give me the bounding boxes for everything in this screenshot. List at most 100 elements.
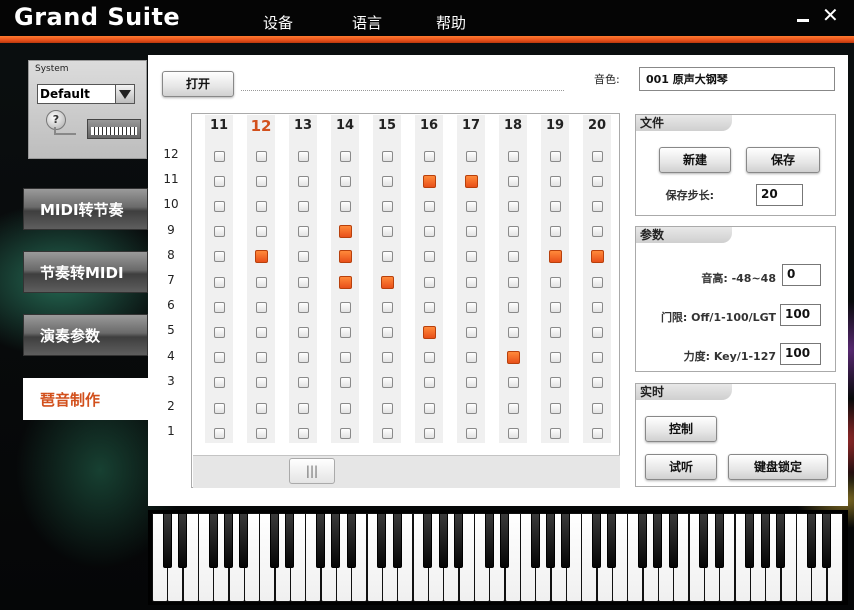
- grid-cell[interactable]: [465, 276, 477, 288]
- piano-black-key[interactable]: [561, 513, 571, 568]
- grid-cell[interactable]: [507, 301, 519, 313]
- keyboard-device-icon[interactable]: [87, 119, 141, 139]
- grid-cell[interactable]: [297, 175, 309, 187]
- grid-cell[interactable]: [465, 352, 477, 364]
- grid-cell[interactable]: [423, 402, 435, 414]
- grid-cell[interactable]: [549, 377, 561, 389]
- piano-black-key[interactable]: [392, 513, 402, 568]
- scroll-thumb[interactable]: |||: [289, 458, 335, 484]
- piano-black-key[interactable]: [346, 513, 356, 568]
- piano-black-key[interactable]: [208, 513, 218, 568]
- grid-cell[interactable]: [339, 402, 351, 414]
- grid-cell[interactable]: [591, 352, 603, 364]
- grid-cell[interactable]: [591, 226, 603, 238]
- grid-cell[interactable]: [507, 326, 519, 338]
- grid-cell-active[interactable]: [422, 325, 436, 339]
- grid-cell[interactable]: [297, 427, 309, 439]
- grid-cell[interactable]: [339, 200, 351, 212]
- grid-cell[interactable]: [297, 326, 309, 338]
- grid-cell[interactable]: [297, 251, 309, 263]
- grid-cell[interactable]: [507, 427, 519, 439]
- grid-cell[interactable]: [423, 200, 435, 212]
- save-step-field[interactable]: 20: [756, 184, 803, 206]
- menu-device[interactable]: 设备: [263, 12, 293, 33]
- grid-cell[interactable]: [381, 150, 393, 162]
- grid-cell[interactable]: [213, 200, 225, 212]
- grid-cell[interactable]: [591, 427, 603, 439]
- minimize-icon[interactable]: [795, 6, 811, 24]
- grid-cell[interactable]: [507, 150, 519, 162]
- grid-cell[interactable]: [507, 200, 519, 212]
- piano-black-key[interactable]: [822, 513, 832, 568]
- velocity-field[interactable]: 100: [780, 343, 821, 365]
- grid-cell[interactable]: [549, 200, 561, 212]
- piano-black-key[interactable]: [162, 513, 172, 568]
- piano-black-key[interactable]: [760, 513, 770, 568]
- grid-cell[interactable]: [255, 175, 267, 187]
- grid-cell[interactable]: [213, 402, 225, 414]
- grid-cell[interactable]: [255, 326, 267, 338]
- piano-black-key[interactable]: [638, 513, 648, 568]
- grid-cell[interactable]: [213, 175, 225, 187]
- grid-cell[interactable]: [297, 226, 309, 238]
- grid-cell[interactable]: [255, 200, 267, 212]
- piano-black-key[interactable]: [224, 513, 234, 568]
- grid-cell-active[interactable]: [422, 174, 436, 188]
- grid-cell[interactable]: [339, 301, 351, 313]
- piano-black-key[interactable]: [500, 513, 510, 568]
- grid-cell[interactable]: [213, 377, 225, 389]
- grid-cell[interactable]: [465, 427, 477, 439]
- gate-field[interactable]: 100: [780, 304, 821, 326]
- grid-cell[interactable]: [465, 226, 477, 238]
- piano-black-key[interactable]: [423, 513, 433, 568]
- keyboard-lock-button[interactable]: 键盘锁定: [728, 454, 828, 480]
- grid-cell[interactable]: [423, 352, 435, 364]
- grid-cell[interactable]: [549, 352, 561, 364]
- grid-cell[interactable]: [381, 175, 393, 187]
- grid-cell[interactable]: [381, 301, 393, 313]
- grid-cell[interactable]: [591, 326, 603, 338]
- grid-cell[interactable]: [255, 150, 267, 162]
- grid-cell[interactable]: [255, 427, 267, 439]
- grid-cell[interactable]: [591, 175, 603, 187]
- grid-cell[interactable]: [549, 326, 561, 338]
- system-preset-select[interactable]: Default: [37, 84, 135, 104]
- grid-cell-active[interactable]: [254, 250, 268, 264]
- grid-cell[interactable]: [465, 402, 477, 414]
- grid-cell[interactable]: [297, 276, 309, 288]
- grid-cell[interactable]: [213, 427, 225, 439]
- grid-cell[interactable]: [255, 276, 267, 288]
- grid-cell[interactable]: [591, 377, 603, 389]
- grid-cell[interactable]: [213, 251, 225, 263]
- grid-cell-active[interactable]: [506, 351, 520, 365]
- piano-black-key[interactable]: [530, 513, 540, 568]
- title-bar[interactable]: Grand Suite 设备 语言 帮助 ✕: [0, 0, 854, 36]
- grid-cell[interactable]: [213, 326, 225, 338]
- grid-cell[interactable]: [381, 427, 393, 439]
- grid-cell[interactable]: [339, 352, 351, 364]
- grid-cell[interactable]: [423, 427, 435, 439]
- nav-midi-to-rhythm[interactable]: MIDI转节奏: [23, 188, 148, 230]
- piano-black-key[interactable]: [806, 513, 816, 568]
- piano-black-key[interactable]: [285, 513, 295, 568]
- grid-cell[interactable]: [423, 150, 435, 162]
- grid-cell[interactable]: [381, 326, 393, 338]
- grid-cell-active[interactable]: [590, 250, 604, 264]
- grid-cell[interactable]: [297, 352, 309, 364]
- grid-cell[interactable]: [549, 276, 561, 288]
- grid-cell[interactable]: [381, 377, 393, 389]
- grid-cell[interactable]: [213, 301, 225, 313]
- grid-cell[interactable]: [507, 276, 519, 288]
- grid-cell[interactable]: [423, 301, 435, 313]
- grid-cell[interactable]: [213, 352, 225, 364]
- grid-cell[interactable]: [591, 301, 603, 313]
- grid-cell[interactable]: [339, 427, 351, 439]
- grid-cell[interactable]: [507, 251, 519, 263]
- grid-cell[interactable]: [339, 150, 351, 162]
- grid-cell[interactable]: [213, 276, 225, 288]
- grid-cell[interactable]: [549, 226, 561, 238]
- grid-cell[interactable]: [507, 402, 519, 414]
- piano-black-key[interactable]: [239, 513, 249, 568]
- grid-cell[interactable]: [549, 427, 561, 439]
- tone-field[interactable]: 001 原声大钢琴: [639, 67, 835, 91]
